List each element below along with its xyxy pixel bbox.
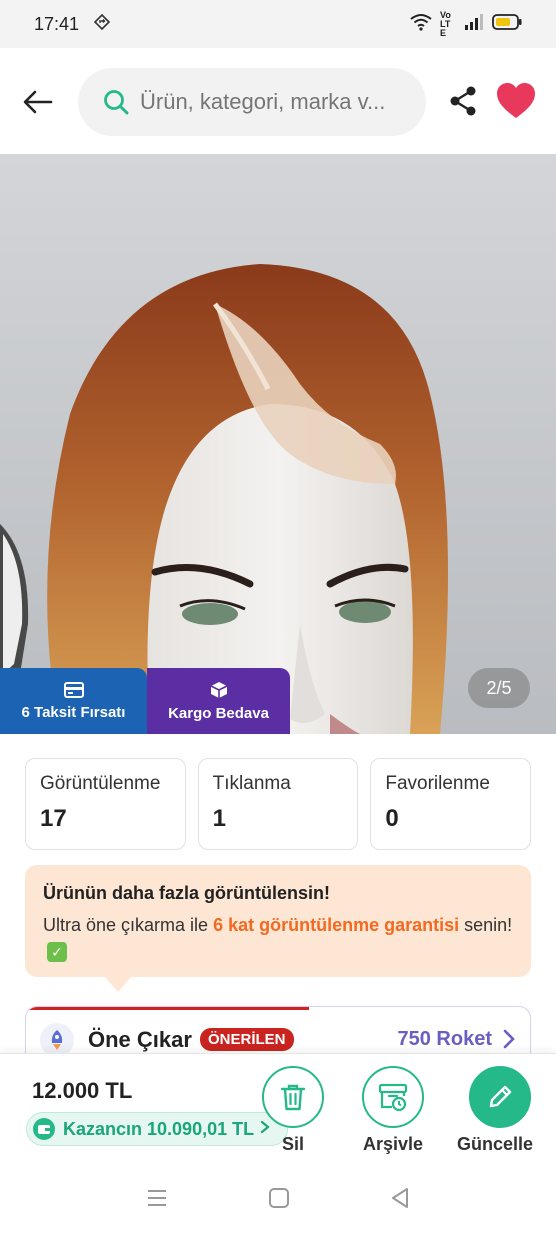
installment-badge: 6 Taksit Fırsatı xyxy=(0,668,147,734)
image-page-counter: 2/5 xyxy=(468,668,530,708)
back-nav-icon[interactable] xyxy=(390,1187,410,1214)
product-price: 12.000 TL xyxy=(32,1078,133,1103)
home-icon[interactable] xyxy=(268,1187,290,1214)
product-photo xyxy=(0,154,556,734)
stat-value: 0 xyxy=(385,805,399,832)
boost-accent-line xyxy=(26,1007,309,1010)
archive-icon xyxy=(378,1083,408,1112)
stat-card-clicks: Tıklanma 1 xyxy=(197,758,359,850)
card-icon xyxy=(63,681,84,698)
check-icon: ✓ xyxy=(47,942,67,962)
archive-button[interactable] xyxy=(362,1066,424,1128)
stat-card-favorites: Favorilenme 0 xyxy=(370,758,532,850)
promo-text-before: Ultra öne çıkarma ile xyxy=(43,915,214,935)
wallet-icon xyxy=(33,1118,55,1140)
stat-label: Görüntülenme xyxy=(40,773,161,794)
promo-title: Ürünün daha fazla görüntülensin! xyxy=(43,883,330,903)
promo-highlight: 6 kat görüntülenme garantisi xyxy=(213,915,460,935)
pencil-icon xyxy=(489,1085,511,1108)
volte-label: Vo LTE xyxy=(440,9,451,38)
recent-apps-icon[interactable] xyxy=(146,1188,168,1213)
promo-box: Ürünün daha fazla görüntülensin! Ultra ö… xyxy=(25,865,531,977)
favorite-button[interactable] xyxy=(496,82,536,120)
update-action[interactable]: Güncelle xyxy=(457,1066,533,1155)
stat-value: 17 xyxy=(40,805,67,832)
heart-icon xyxy=(497,83,535,118)
product-image-gallery[interactable]: 6 Taksit Fırsatı Kargo Bedava 2/5 xyxy=(0,154,556,734)
delete-label: Sil xyxy=(281,1134,304,1154)
installment-label: 6 Taksit Fırsatı xyxy=(21,703,126,721)
stat-value: 1 xyxy=(212,805,227,832)
boost-title: Öne Çıkar xyxy=(88,1027,192,1052)
earnings-pill[interactable]: Kazancın 10.090,01 TL xyxy=(26,1112,288,1146)
archive-label: Arşivle xyxy=(362,1134,424,1154)
promo-text: Ultra öne çıkarma ile 6 kat görüntülenme… xyxy=(43,914,513,962)
free-shipping-badge: Kargo Bedava xyxy=(147,668,290,734)
wifi-icon xyxy=(410,13,432,36)
share-icon xyxy=(450,86,476,116)
search-bar[interactable] xyxy=(78,68,426,136)
delete-button[interactable] xyxy=(262,1066,324,1128)
promo-text-after: senin! xyxy=(459,915,513,935)
stat-label: Tıklanma xyxy=(212,773,291,794)
chevron-right-icon xyxy=(502,1029,516,1054)
bottom-action-bar: 12.000 TL Kazancın 10.090,01 TL Sil Arşi… xyxy=(0,1053,556,1165)
battery-icon xyxy=(492,13,522,35)
system-nav-bar xyxy=(0,1165,556,1235)
rocket-icon xyxy=(40,1023,74,1057)
status-time: 17:41 xyxy=(34,13,80,34)
top-bar xyxy=(0,48,556,154)
share-button[interactable] xyxy=(446,84,480,118)
search-input[interactable] xyxy=(140,89,400,115)
boost-price: 750 Roket xyxy=(397,1028,493,1050)
promo-pointer xyxy=(104,976,132,992)
box-icon xyxy=(210,681,227,698)
archive-action[interactable]: Arşivle xyxy=(362,1066,424,1155)
navigation-arrow-icon xyxy=(93,13,111,36)
signal-icon xyxy=(464,13,484,35)
recommended-badge: ÖNERİLEN xyxy=(200,1028,294,1051)
search-icon xyxy=(104,90,129,115)
stat-label: Favorilenme xyxy=(385,773,490,794)
back-button[interactable] xyxy=(20,84,56,120)
earnings-text: Kazancın 10.090,01 TL xyxy=(63,1118,255,1139)
back-arrow-icon xyxy=(23,90,53,114)
stats-row: Görüntülenme 17 Tıklanma 1 Favorilenme 0 xyxy=(25,758,532,850)
update-button[interactable] xyxy=(468,1066,531,1128)
status-indicators: Vo LTE xyxy=(410,9,522,38)
free-shipping-label: Kargo Bedava xyxy=(168,704,269,722)
stat-card-views: Görüntülenme 17 xyxy=(25,758,186,850)
update-label: Güncelle xyxy=(457,1134,534,1154)
trash-icon xyxy=(280,1084,306,1111)
delete-action[interactable]: Sil xyxy=(262,1066,324,1155)
status-bar: 17:41 Vo LTE xyxy=(0,0,556,48)
